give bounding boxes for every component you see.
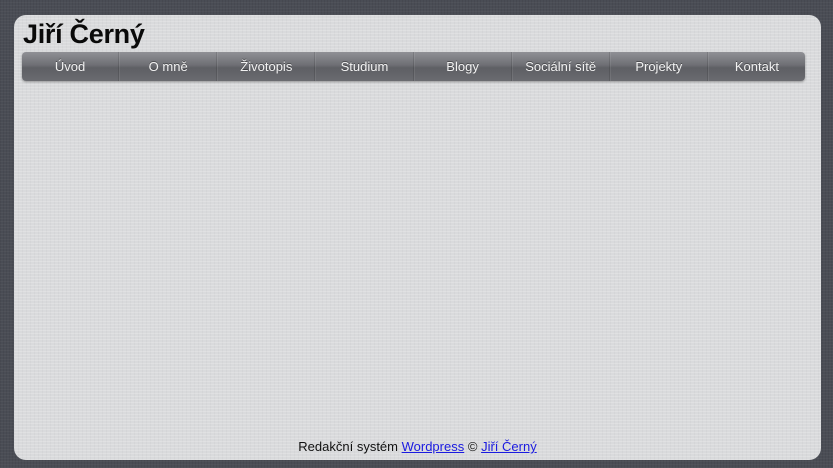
site-title: Jiří Černý xyxy=(23,19,145,49)
nav-item-kontakt[interactable]: Kontakt xyxy=(707,52,805,81)
footer: Redakční systém Wordpress © Jiří Černý xyxy=(14,439,821,454)
nav-item-blogy[interactable]: Blogy xyxy=(413,52,512,81)
nav-item-socialni-site[interactable]: Sociální sítě xyxy=(511,52,610,81)
nav-item-zivotopis[interactable]: Životopis xyxy=(217,52,316,81)
copyright-symbol: © xyxy=(467,439,478,454)
nav-item-o-mne[interactable]: O mně xyxy=(119,52,218,81)
wordpress-link[interactable]: Wordpress xyxy=(402,439,465,454)
footer-prefix: Redakční systém xyxy=(298,439,398,454)
main-navigation: Úvod O mně Životopis Studium Blogy Sociá… xyxy=(22,52,805,81)
nav-item-studium[interactable]: Studium xyxy=(315,52,414,81)
nav-item-projekty[interactable]: Projekty xyxy=(609,52,708,81)
nav-item-uvod[interactable]: Úvod xyxy=(22,52,120,81)
page-panel: Jiří Černý Úvod O mně Životopis Studium … xyxy=(14,15,821,460)
author-link[interactable]: Jiří Černý xyxy=(481,439,537,454)
